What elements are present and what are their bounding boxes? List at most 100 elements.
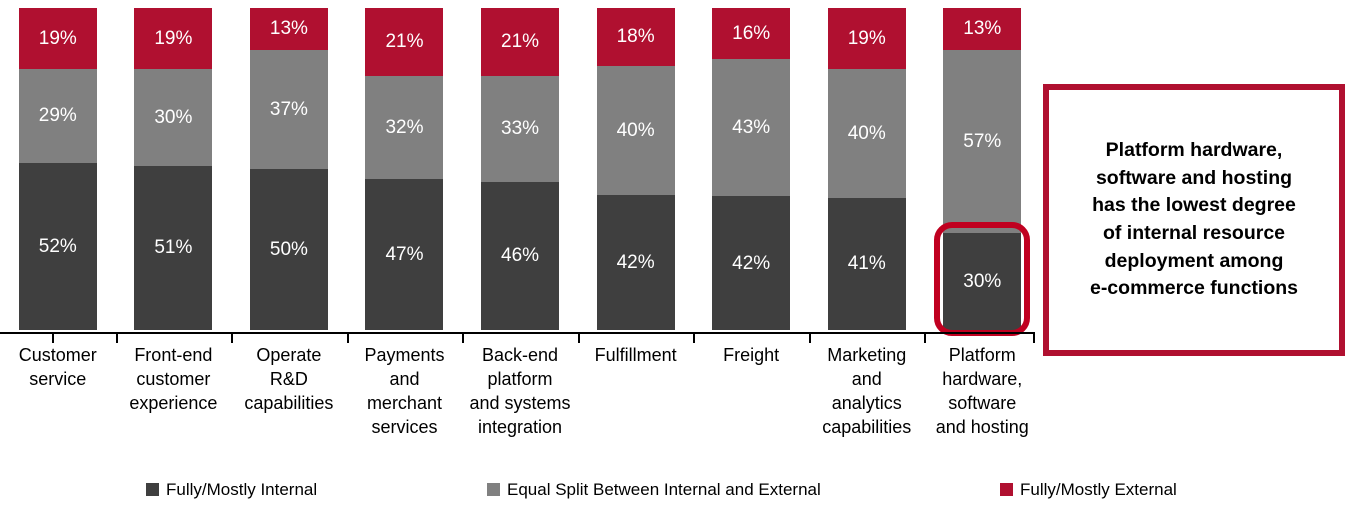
callout-text-line: deployment among [1104,249,1284,272]
category-label-line: Fulfillment [594,345,677,365]
legend-item[interactable]: Equal Split Between Internal and Externa… [487,481,821,498]
bar-column: 16% 43% 42% [693,8,809,331]
bar-value-label: 41% [847,253,886,275]
chart-legend: Fully/Mostly Internal Equal Split Between… [0,481,1353,507]
x-axis-category-labels: Customer service Front-end customer experien… [0,344,1040,440]
bar-value-label: 51% [154,237,193,259]
category-label-line: and [389,368,420,389]
bar-series-group: 19% 29% 52% 19% 30% 51% 13% 37% 50% 21% 32% 47% 21% 3… [0,8,1041,336]
bar-value-label: 50% [269,238,308,260]
category-label-line: software [948,392,1017,413]
bar-column: 18% 40% 42% [578,8,694,330]
bar-value-label: 30% [963,271,1002,293]
bar-value-label: 13% [963,18,1002,40]
category-label: Platform hardware, software and hosting [925,344,1041,440]
category-label: Freight [693,344,809,440]
bar-stack: 13% 37% 50% [249,8,328,330]
bar-segment-split: 37% [249,49,328,169]
category-label-line: analytics [831,392,902,413]
bar-segment-internal: 30% [943,233,1022,330]
bar-segment-internal: 47% [365,178,444,330]
callout-text-line: e-commerce functions [1089,277,1299,300]
category-label-line: integration [478,416,563,437]
callout-text-line: of internal resource [1102,222,1286,244]
bar-column: 13% 57% 30% [925,8,1041,336]
bar-segment-split: 57% [943,49,1022,234]
x-axis-tick [693,332,696,343]
bar-segment-split: 29% [18,69,97,163]
bar-segment-split: 33% [481,75,560,182]
bar-column: 21% 32% 47% [347,8,463,330]
x-axis-tick [462,332,465,343]
bar-segment-internal: 52% [18,162,97,330]
bar-value-label: 21% [385,31,424,53]
bar-stack: 19% 30% 51% [134,8,213,330]
bar-value-label: 47% [385,243,424,265]
category-label-line: hardware, [942,368,1023,389]
bar-stack: 18% 40% 42% [596,8,675,330]
callout-text-line: Platform hardware, [1105,138,1283,161]
category-label-line: platform [487,368,553,389]
category-label-line: merchant [366,392,442,413]
bar-value-label: 46% [501,245,540,267]
callout-text: Platform hardware, software and hosting ha… [1090,137,1298,303]
x-axis-tick [577,332,580,343]
bar-value-label: 43% [732,117,771,139]
bar-stack: 21% 33% 46% [481,8,560,330]
category-label-line: Back-end [482,345,559,365]
bar-segment-external: 16% [712,8,791,60]
bar-value-label: 37% [269,98,308,120]
bar-segment-external: 13% [943,8,1022,50]
category-label-line: R&D [269,368,308,389]
bar-stack: 13% 57% 30% [934,8,1031,336]
category-label-line: services [371,416,438,437]
bar-segment-external: 19% [18,8,97,70]
bar-segment-internal: 46% [481,181,560,330]
bar-segment-split: 32% [365,75,444,179]
legend-swatch-icon [487,483,500,496]
category-label: Customer service [0,344,116,440]
bar-segment-external: 13% [249,8,328,50]
category-label-line: experience [129,392,218,413]
bar-segment-internal: 42% [712,196,791,331]
bar-segment-split: 40% [596,65,675,195]
bar-column: 19% 40% 41% [809,8,925,330]
bar-value-label: 29% [38,105,77,127]
legend-label: Fully/Mostly Internal [166,480,318,499]
x-axis-tick [1033,332,1035,343]
bar-value-label: 32% [385,116,424,138]
bar-segment-internal: 42% [596,194,675,330]
x-axis-tick [346,332,349,343]
bar-value-label: 19% [154,28,193,50]
bar-stack: 16% 43% 42% [712,8,791,331]
bar-segment-internal: 51% [134,165,213,330]
bar-value-label: 33% [501,118,540,140]
legend-item[interactable]: Fully/Mostly Internal [146,481,317,498]
bar-segment-internal: 50% [249,168,328,330]
bar-value-label: 13% [269,18,308,40]
bar-segment-internal: 41% [827,197,906,330]
bar-value-label: 21% [501,31,540,53]
category-label-line: and hosting [935,416,1029,437]
callout-text-line: has the lowest degree [1092,194,1296,217]
bar-segment-external: 21% [365,8,444,76]
category-label: Operate R&D capabilities [231,344,347,440]
category-label-line: capabilities [822,416,912,437]
x-axis-tick [924,332,927,343]
category-label-line: Marketing [827,345,907,365]
legend-label: Fully/Mostly External [1020,480,1177,499]
category-label: Back-end platform and systems integration [462,344,578,440]
x-axis-tick [115,332,118,343]
category-label-line: service [29,368,87,389]
bar-value-label: 18% [616,26,655,48]
bar-segment-split: 43% [712,59,791,197]
bar-value-label: 19% [847,28,886,50]
legend-label: Equal Split Between Internal and Externa… [507,480,821,499]
bar-stack: 21% 32% 47% [365,8,444,330]
category-label-line: Customer [18,345,97,365]
legend-item[interactable]: Fully/Mostly External [1000,481,1177,498]
x-axis-line [0,332,1035,334]
bar-segment-split: 30% [134,69,213,166]
bar-value-label: 42% [616,251,655,273]
category-label: Payments and merchant services [347,344,463,440]
